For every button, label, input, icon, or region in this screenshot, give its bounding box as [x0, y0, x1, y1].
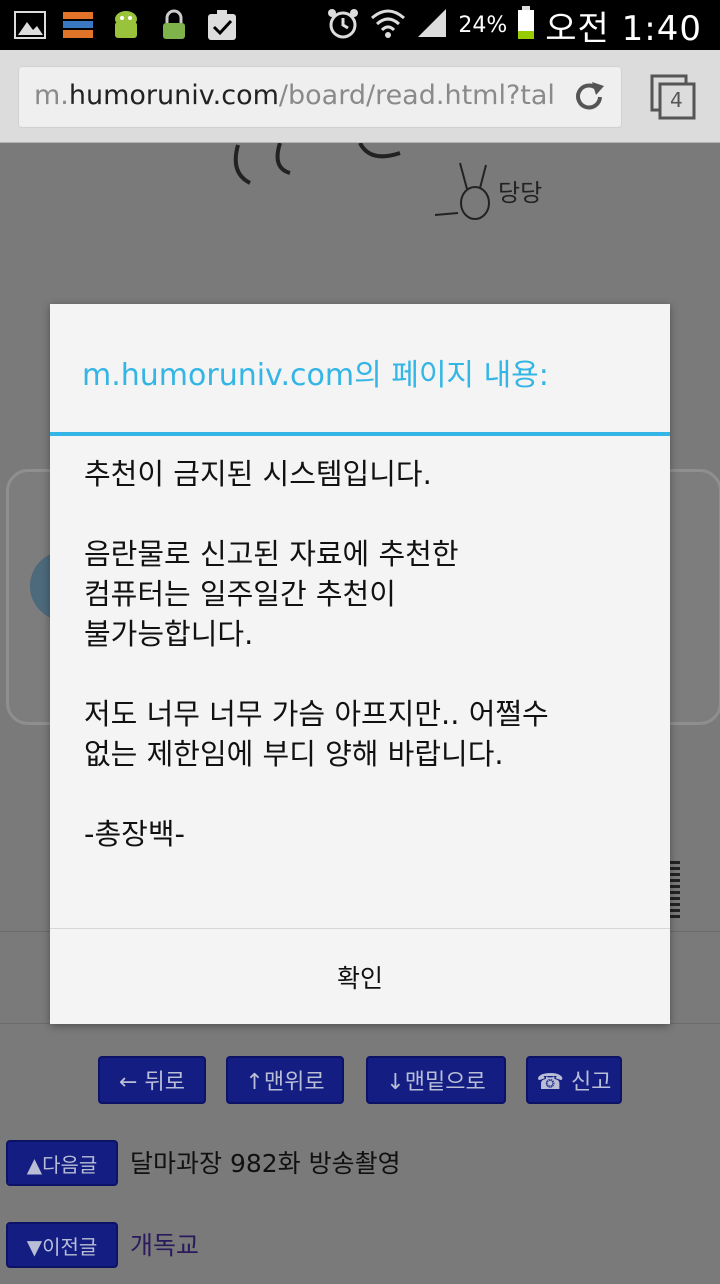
ok-button[interactable]: 확인	[50, 929, 670, 1024]
status-bar: 24% 오전 1:40	[0, 0, 720, 50]
dialog-title-divider	[50, 432, 670, 436]
battery-icon	[517, 6, 535, 44]
tabs-button[interactable]: 4	[650, 74, 698, 122]
alarm-icon	[326, 6, 360, 44]
to-top-button[interactable]: ↑맨위로	[226, 1056, 344, 1104]
reload-icon[interactable]	[570, 78, 608, 116]
app-icon	[60, 8, 96, 42]
url-bar[interactable]: m.humoruniv.com/board/read.html?tal	[18, 66, 622, 128]
message-line: 없는 제한임에 부디 양해 바랍니다.	[84, 737, 504, 771]
message-line: 저도 너무 너무 가슴 아프지만.. 어쩔수	[84, 697, 549, 731]
next-post-tag[interactable]: ▲다음글	[6, 1140, 118, 1186]
back-button[interactable]: ← 뒤로	[98, 1056, 206, 1104]
check-icon	[204, 8, 240, 42]
next-post-row[interactable]: ▲다음글 달마과장 982화 방송촬영	[0, 1130, 720, 1202]
message-line: 불가능합니다.	[84, 617, 254, 651]
message-line: 컴퓨터는 일주일간 추천이	[84, 577, 396, 611]
doodle-image: 당당	[220, 141, 580, 233]
android-icon	[108, 8, 144, 42]
battery-percent: 24%	[458, 12, 508, 38]
message-signature: -총장백-	[84, 817, 185, 851]
url-text[interactable]: m.humoruniv.com/board/read.html?tal	[34, 80, 564, 111]
tab-count: 4	[670, 88, 683, 112]
wifi-icon	[370, 6, 406, 44]
lock-icon	[156, 8, 192, 42]
prev-post-tag[interactable]: ▼이전글	[6, 1222, 118, 1268]
dialog-message: 추천이 금지된 시스템입니다. 음란물로 신고된 자료에 추천한 컴퓨터는 일주…	[84, 454, 644, 854]
message-line: 추천이 금지된 시스템입니다.	[84, 457, 432, 491]
url-prefix: m.	[34, 80, 69, 111]
to-bottom-button[interactable]: ↓맨밑으로	[366, 1056, 506, 1104]
message-line: 음란물로 신고된 자료에 추천한	[84, 537, 459, 571]
browser-toolbar: m.humoruniv.com/board/read.html?tal 4	[0, 50, 720, 143]
doodle-text: 당당	[498, 179, 543, 207]
signal-icon	[416, 7, 448, 43]
url-path: /board/read.html?tal	[278, 80, 555, 111]
report-button[interactable]: ☎ 신고	[526, 1056, 622, 1104]
alert-dialog: m.humoruniv.com의 페이지 내용: 추천이 금지된 시스템입니다.…	[50, 304, 670, 1024]
nav-button-row: ← 뒤로 ↑맨위로 ↓맨밑으로 ☎ 신고	[0, 1056, 720, 1108]
dialog-title: m.humoruniv.com의 페이지 내용:	[82, 358, 549, 393]
prev-post-title[interactable]: 개독교	[130, 1226, 199, 1262]
prev-post-row[interactable]: ▼이전글 개독교	[0, 1212, 720, 1284]
image-icon	[12, 8, 48, 42]
notification-icons	[12, 6, 240, 44]
system-status: 24% 오전 1:40	[326, 0, 702, 50]
url-host: humoruniv.com	[68, 80, 279, 111]
next-post-title[interactable]: 달마과장 982화 방송촬영	[130, 1144, 401, 1180]
clock: 오전 1:40	[545, 8, 702, 49]
